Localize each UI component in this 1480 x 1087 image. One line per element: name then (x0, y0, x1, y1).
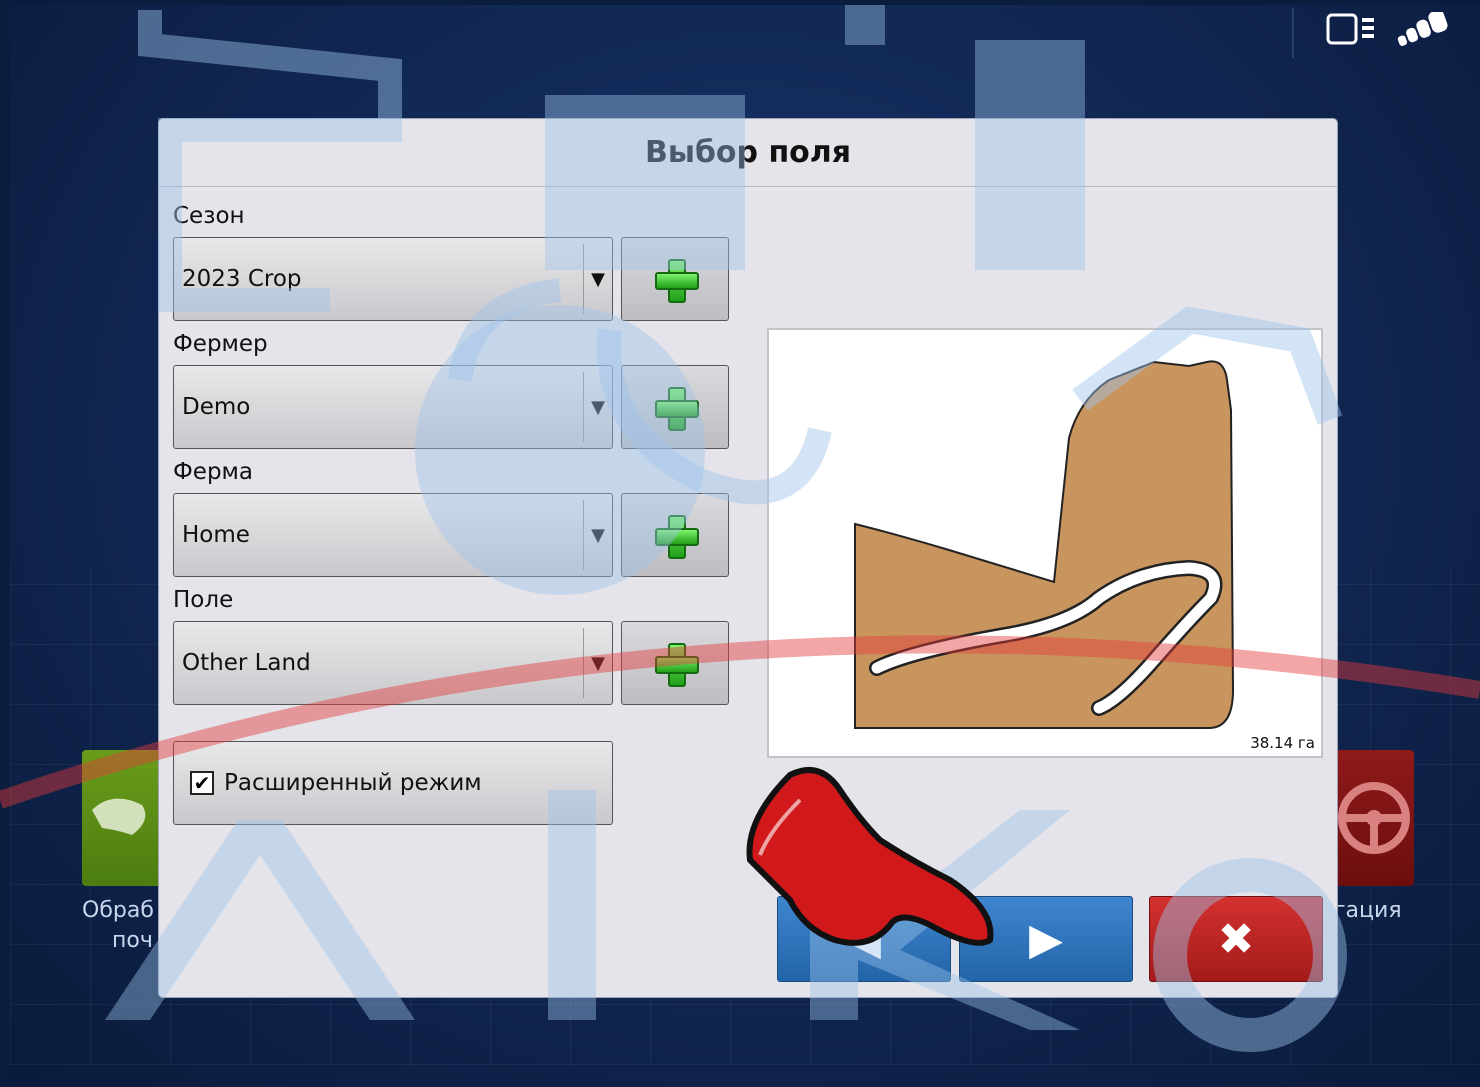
field-area-label: 38.14 га (1250, 734, 1315, 752)
tillage-tile-label-line2: поч (112, 928, 153, 953)
dialog-title: Выбор поля (159, 119, 1337, 187)
navigation-app-tile[interactable] (1334, 750, 1414, 886)
plus-icon (655, 643, 699, 687)
status-bar (1326, 9, 1454, 53)
arrow-right-icon: ▶ (1029, 913, 1063, 965)
dropdown-arrow-icon: ▼ (591, 652, 605, 674)
arrow-left-icon: ◀ (847, 913, 881, 965)
back-button[interactable]: ◀ (777, 896, 951, 982)
field-boundary-shape (854, 360, 1235, 729)
farmer-select[interactable]: Demo ▼ (173, 365, 613, 449)
steering-wheel-icon (1338, 782, 1410, 854)
field-select[interactable]: Other Land ▼ (173, 621, 613, 705)
field-label: Поле (173, 587, 234, 613)
display-mode-icon[interactable] (1326, 12, 1378, 53)
season-label: Сезон (173, 203, 245, 229)
cancel-button[interactable]: ✖ (1149, 896, 1323, 982)
tillage-tile-label: Обраб (82, 898, 154, 923)
dropdown-arrow-icon: ▼ (591, 396, 605, 418)
add-field-button[interactable] (621, 621, 729, 705)
next-button[interactable]: ▶ (959, 896, 1133, 982)
add-farmer-button[interactable] (621, 365, 729, 449)
farm-value: Home (182, 522, 250, 548)
dropdown-arrow-icon: ▼ (591, 524, 605, 546)
navigation-tile-label: гация (1334, 898, 1402, 923)
field-value: Other Land (182, 650, 311, 676)
season-select[interactable]: 2023 Crop ▼ (173, 237, 613, 321)
farm-select[interactable]: Home ▼ (173, 493, 613, 577)
tillage-app-tile[interactable] (82, 750, 162, 886)
add-farm-button[interactable] (621, 493, 729, 577)
dropdown-arrow-icon: ▼ (591, 268, 605, 290)
plus-icon (655, 515, 699, 559)
field-selection-dialog: Выбор поля Сезон 2023 Crop ▼ Фермер Demo… (159, 119, 1337, 997)
advanced-mode-checkbox[interactable]: ✔ (190, 771, 214, 795)
advanced-mode-label: Расширенный режим (224, 770, 482, 796)
plus-icon (655, 387, 699, 431)
farmer-label: Фермер (173, 331, 268, 357)
close-icon: ✖ (1217, 913, 1255, 965)
status-divider (1292, 8, 1294, 58)
farmer-value: Demo (182, 394, 251, 420)
plus-icon (655, 259, 699, 303)
field-boundary-preview: 38.14 га (767, 328, 1323, 758)
tillage-icon (92, 798, 146, 835)
advanced-mode-toggle[interactable]: ✔ Расширенный режим (173, 741, 613, 825)
farm-label: Ферма (173, 459, 253, 485)
season-value: 2023 Crop (182, 266, 302, 292)
gps-signal-icon[interactable] (1392, 9, 1454, 53)
add-season-button[interactable] (621, 237, 729, 321)
